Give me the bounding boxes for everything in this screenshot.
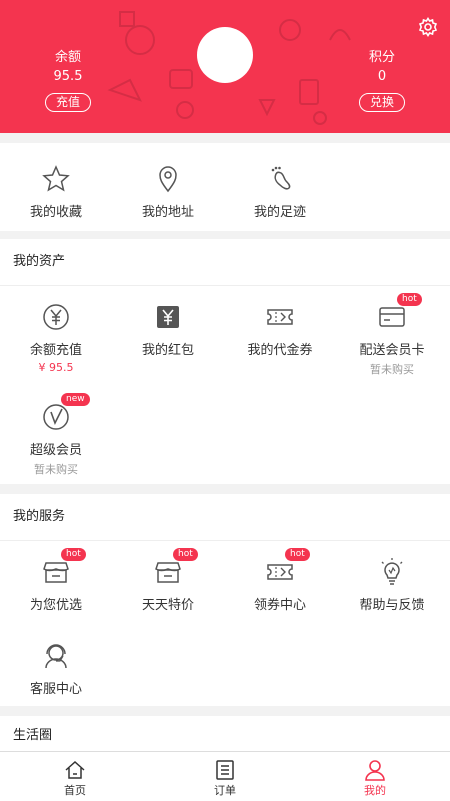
customer-service-icon (41, 641, 71, 671)
red-packet-label: 我的红包 (141, 343, 194, 358)
voucher-item[interactable]: 我的代金券 (224, 302, 336, 358)
ticket-icon: hot (265, 548, 310, 587)
assets-title: 我的资产 (0, 239, 450, 286)
super-vip-label: 超级会员 (29, 443, 82, 458)
daily-deals-item[interactable]: hot 天天特价 (112, 548, 224, 613)
recommend-label: 为您优选 (29, 598, 82, 613)
balance-value: 95.5 (53, 69, 83, 84)
quick-links-card: 我的收藏 我的地址 我的足迹 (0, 143, 450, 231)
tab-orders[interactable]: 订单 (150, 752, 300, 798)
recharge-balance: ¥ 95.5 (38, 361, 74, 374)
footprint-item[interactable]: 我的足迹 (224, 164, 336, 220)
life-title: 生活圈 (13, 728, 53, 743)
recharge-item[interactable]: 余额充值 ¥ 95.5 (0, 302, 112, 374)
balance-section: 余额 95.5 充值 (18, 46, 118, 112)
services-title: 我的服务 (0, 494, 450, 541)
gear-icon[interactable] (418, 17, 438, 37)
card-icon: hot (377, 293, 422, 332)
star-icon (41, 164, 71, 194)
favorites-item[interactable]: 我的收藏 (0, 164, 112, 220)
tab-orders-label: 订单 (214, 784, 236, 797)
delivery-card-item[interactable]: hot 配送会员卡 暂未购买 (336, 293, 448, 377)
lightbulb-icon (377, 557, 407, 587)
super-vip-status: 暂未购买 (34, 463, 78, 476)
daily-deals-label: 天天特价 (141, 598, 194, 613)
assets-card: 我的资产 余额充值 ¥ 95.5 我的红包 我的代金券 hot 配送会员卡 暂未… (0, 239, 450, 484)
location-pin-icon (153, 164, 183, 194)
voucher-icon (265, 302, 295, 332)
help-feedback-item[interactable]: 帮助与反馈 (336, 557, 448, 613)
help-feedback-label: 帮助与反馈 (359, 598, 425, 613)
coupon-center-item[interactable]: hot 领券中心 (224, 548, 336, 613)
red-packet-item[interactable]: 我的红包 (112, 302, 224, 358)
recommend-item[interactable]: hot 为您优选 (0, 548, 112, 613)
shop-icon: hot (41, 548, 86, 587)
footprint-icon (265, 164, 295, 194)
voucher-label: 我的代金券 (247, 343, 313, 358)
bottom-tab-bar: 首页 订单 我的 (0, 751, 450, 801)
hot-badge: hot (285, 548, 310, 561)
life-card: 生活圈 (0, 716, 450, 751)
address-item[interactable]: 我的地址 (112, 164, 224, 220)
hot-badge: hot (397, 293, 422, 306)
avatar[interactable] (197, 27, 253, 83)
customer-service-label: 客服中心 (29, 682, 82, 697)
home-icon (64, 759, 86, 781)
delivery-card-label: 配送会员卡 (359, 343, 425, 358)
footprint-label: 我的足迹 (253, 205, 306, 220)
yen-coin-icon (41, 302, 71, 332)
points-section: 积分 0 兑换 (332, 46, 432, 112)
favorites-label: 我的收藏 (29, 205, 82, 220)
tab-mine[interactable]: 我的 (300, 752, 450, 798)
tab-mine-label: 我的 (364, 784, 386, 797)
recharge-label: 余额充值 (29, 343, 82, 358)
profile-header: 余额 95.5 充值 积分 0 兑换 (0, 0, 450, 133)
red-packet-icon (153, 302, 183, 332)
shop-icon: hot (153, 548, 198, 587)
new-badge: new (61, 393, 90, 406)
order-list-icon (214, 759, 236, 781)
delivery-card-status: 暂未购买 (370, 363, 414, 376)
address-label: 我的地址 (141, 205, 194, 220)
user-icon (364, 759, 386, 781)
tab-home-label: 首页 (64, 784, 86, 797)
redeem-button[interactable]: 兑换 (358, 93, 405, 112)
services-card: 我的服务 hot 为您优选 hot 天天特价 hot 领券中心 帮助与反馈 客服… (0, 494, 450, 706)
points-label: 积分 (368, 50, 395, 65)
balance-label: 余额 (54, 50, 81, 65)
customer-service-item[interactable]: 客服中心 (0, 641, 112, 697)
super-vip-item[interactable]: new 超级会员 暂未购买 (0, 393, 112, 477)
tab-home[interactable]: 首页 (0, 752, 150, 798)
hot-badge: hot (173, 548, 198, 561)
coupon-center-label: 领券中心 (253, 598, 306, 613)
points-value: 0 (377, 69, 387, 84)
hot-badge: hot (61, 548, 86, 561)
recharge-button[interactable]: 充值 (44, 93, 91, 112)
super-vip-icon: new (41, 393, 90, 432)
